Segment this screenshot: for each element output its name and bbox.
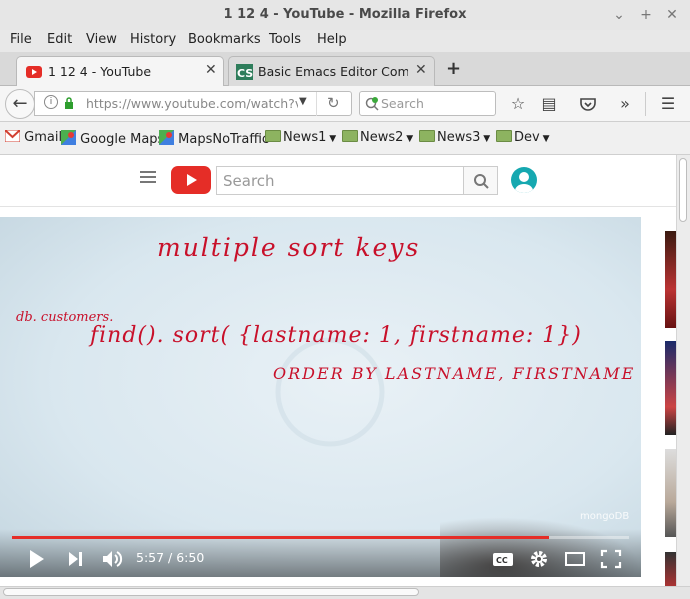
search-engine-icon <box>365 97 379 111</box>
bookmark-folder-dev[interactable]: Dev ▼ <box>496 130 550 145</box>
youtube-icon <box>26 66 42 78</box>
overflow-chevron-icon[interactable]: » <box>614 93 636 115</box>
captions-icon[interactable]: CC <box>491 548 515 570</box>
new-tab-button[interactable]: + <box>446 58 461 79</box>
url-text: https://www.youtube.com/watch?v=Ez <box>86 96 298 111</box>
bookmark-gmail[interactable]: Gmail <box>4 129 63 145</box>
search-icon <box>474 174 489 189</box>
lock-icon <box>65 97 73 109</box>
fullscreen-icon[interactable] <box>599 548 623 570</box>
tab-label: 1 12 4 - YouTube <box>48 64 152 79</box>
menu-help[interactable]: Help <box>317 32 347 47</box>
menu-bar: File Edit View History Bookmarks Tools H… <box>0 30 690 50</box>
related-thumbnail[interactable] <box>665 231 676 328</box>
tab-label: Basic Emacs Editor Com... <box>258 64 408 79</box>
search-placeholder: Search <box>381 96 424 111</box>
bookmark-label: Google Maps <box>80 132 165 147</box>
folder-icon <box>419 130 435 142</box>
bookmark-folder-news2[interactable]: News2 ▼ <box>342 130 413 145</box>
time-display: 5:57 / 6:50 <box>136 550 205 565</box>
hamburger-menu-icon[interactable]: ☰ <box>657 93 679 115</box>
video-player[interactable]: multiple sort keys db. customers. find()… <box>0 217 641 577</box>
guide-menu-icon[interactable] <box>140 171 156 185</box>
vertical-scrollbar-thumb[interactable] <box>679 158 687 222</box>
url-bar[interactable]: i https://www.youtube.com/watch?v=Ez ▼ ↻ <box>34 91 352 116</box>
browser-search-box[interactable]: Search <box>359 91 496 116</box>
close-window-button[interactable]: ✕ <box>662 5 682 25</box>
mongodb-watermark: mongoDB <box>580 511 630 522</box>
youtube-search-input[interactable]: Search <box>216 166 464 195</box>
info-icon[interactable]: i <box>44 95 58 109</box>
navigation-bar: i https://www.youtube.com/watch?v=Ez ▼ ↻… <box>0 86 690 122</box>
dropdown-arrow-icon: ▼ <box>403 134 414 144</box>
related-videos-column <box>651 217 676 586</box>
bookmarks-toolbar: Gmail Google Maps MapsNoTraffic News1 ▼ … <box>0 122 690 155</box>
dropdown-arrow-icon: ▼ <box>480 134 491 144</box>
progress-bar-played <box>12 536 549 539</box>
handwriting-line-1: multiple sort keys <box>157 233 421 262</box>
close-tab-icon[interactable]: ✕ <box>205 62 217 78</box>
youtube-header: Search <box>0 155 676 207</box>
pocket-icon[interactable] <box>577 93 599 115</box>
handwriting-line-2: find(). sort( {lastname: 1, firstname: 1… <box>90 323 582 348</box>
url-dropdown-icon[interactable]: ▼ <box>299 96 307 107</box>
bookmark-label: Dev <box>514 130 540 145</box>
bookmark-folder-news3[interactable]: News3 ▼ <box>419 130 490 145</box>
close-tab-icon[interactable]: ✕ <box>415 62 427 78</box>
bookmark-label: MapsNoTraffic <box>178 132 270 147</box>
handwriting-line-3: ORDER BY LASTNAME, FIRSTNAME <box>273 364 636 383</box>
maximize-button[interactable]: + <box>636 5 656 25</box>
tab-youtube[interactable]: 1 12 4 - YouTube ✕ <box>16 56 224 86</box>
menu-edit[interactable]: Edit <box>47 32 72 47</box>
bookmark-folder-news1[interactable]: News1 ▼ <box>265 130 336 145</box>
bookmark-mapsnotraffic[interactable]: MapsNoTraffic <box>159 130 269 147</box>
folder-icon <box>342 130 358 142</box>
page-content: Search multiple sort keys db. customers.… <box>0 155 676 586</box>
settings-gear-icon[interactable] <box>527 548 551 570</box>
youtube-search-placeholder: Search <box>223 172 275 190</box>
next-icon[interactable] <box>64 548 88 570</box>
cs-site-icon: CS <box>236 64 253 80</box>
theater-mode-icon[interactable] <box>563 548 587 570</box>
youtube-logo[interactable] <box>171 166 211 194</box>
minimize-button[interactable]: ⌄ <box>609 5 629 25</box>
bookmark-label: News1 <box>283 130 327 145</box>
account-avatar[interactable] <box>511 167 537 193</box>
menu-bookmarks[interactable]: Bookmarks <box>188 32 261 47</box>
horizontal-scrollbar-thumb[interactable] <box>3 588 419 596</box>
bookmark-label: Gmail <box>24 130 63 145</box>
related-thumbnail[interactable] <box>665 449 676 537</box>
folder-icon <box>265 130 281 142</box>
bookmark-google-maps[interactable]: Google Maps <box>61 130 164 147</box>
window-title: 1 12 4 - YouTube - Mozilla Firefox <box>223 7 467 22</box>
menu-history[interactable]: History <box>130 32 176 47</box>
whiteboard-frame: multiple sort keys db. customers. find()… <box>0 217 641 577</box>
folder-icon <box>496 130 512 142</box>
tab-strip: 1 12 4 - YouTube ✕ CS Basic Emacs Editor… <box>0 52 690 86</box>
svg-text:CS: CS <box>237 67 253 80</box>
title-bar: 1 12 4 - YouTube - Mozilla Firefox ⌄ + ✕ <box>0 0 690 30</box>
maps-icon <box>159 130 174 145</box>
bookmark-label: News2 <box>360 130 404 145</box>
reader-list-icon[interactable]: ▤ <box>538 93 560 115</box>
youtube-search-button[interactable] <box>463 166 498 195</box>
bookmark-star-icon[interactable]: ☆ <box>507 93 529 115</box>
gmail-icon <box>4 129 21 143</box>
tab-emacs[interactable]: CS Basic Emacs Editor Com... ✕ <box>228 56 435 86</box>
svg-text:CC: CC <box>496 556 508 565</box>
related-thumbnail[interactable] <box>665 552 676 586</box>
volume-icon[interactable] <box>100 548 124 570</box>
reload-icon[interactable]: ↻ <box>327 94 340 112</box>
related-thumbnail[interactable] <box>665 341 676 435</box>
play-icon[interactable] <box>26 548 50 570</box>
menu-tools[interactable]: Tools <box>269 32 301 47</box>
back-button[interactable]: ← <box>5 89 35 119</box>
dropdown-arrow-icon: ▼ <box>539 134 550 144</box>
bookmark-label: News3 <box>437 130 481 145</box>
maps-icon <box>61 130 76 145</box>
menu-view[interactable]: View <box>86 32 117 47</box>
menu-file[interactable]: File <box>10 32 32 47</box>
dropdown-arrow-icon: ▼ <box>326 134 337 144</box>
